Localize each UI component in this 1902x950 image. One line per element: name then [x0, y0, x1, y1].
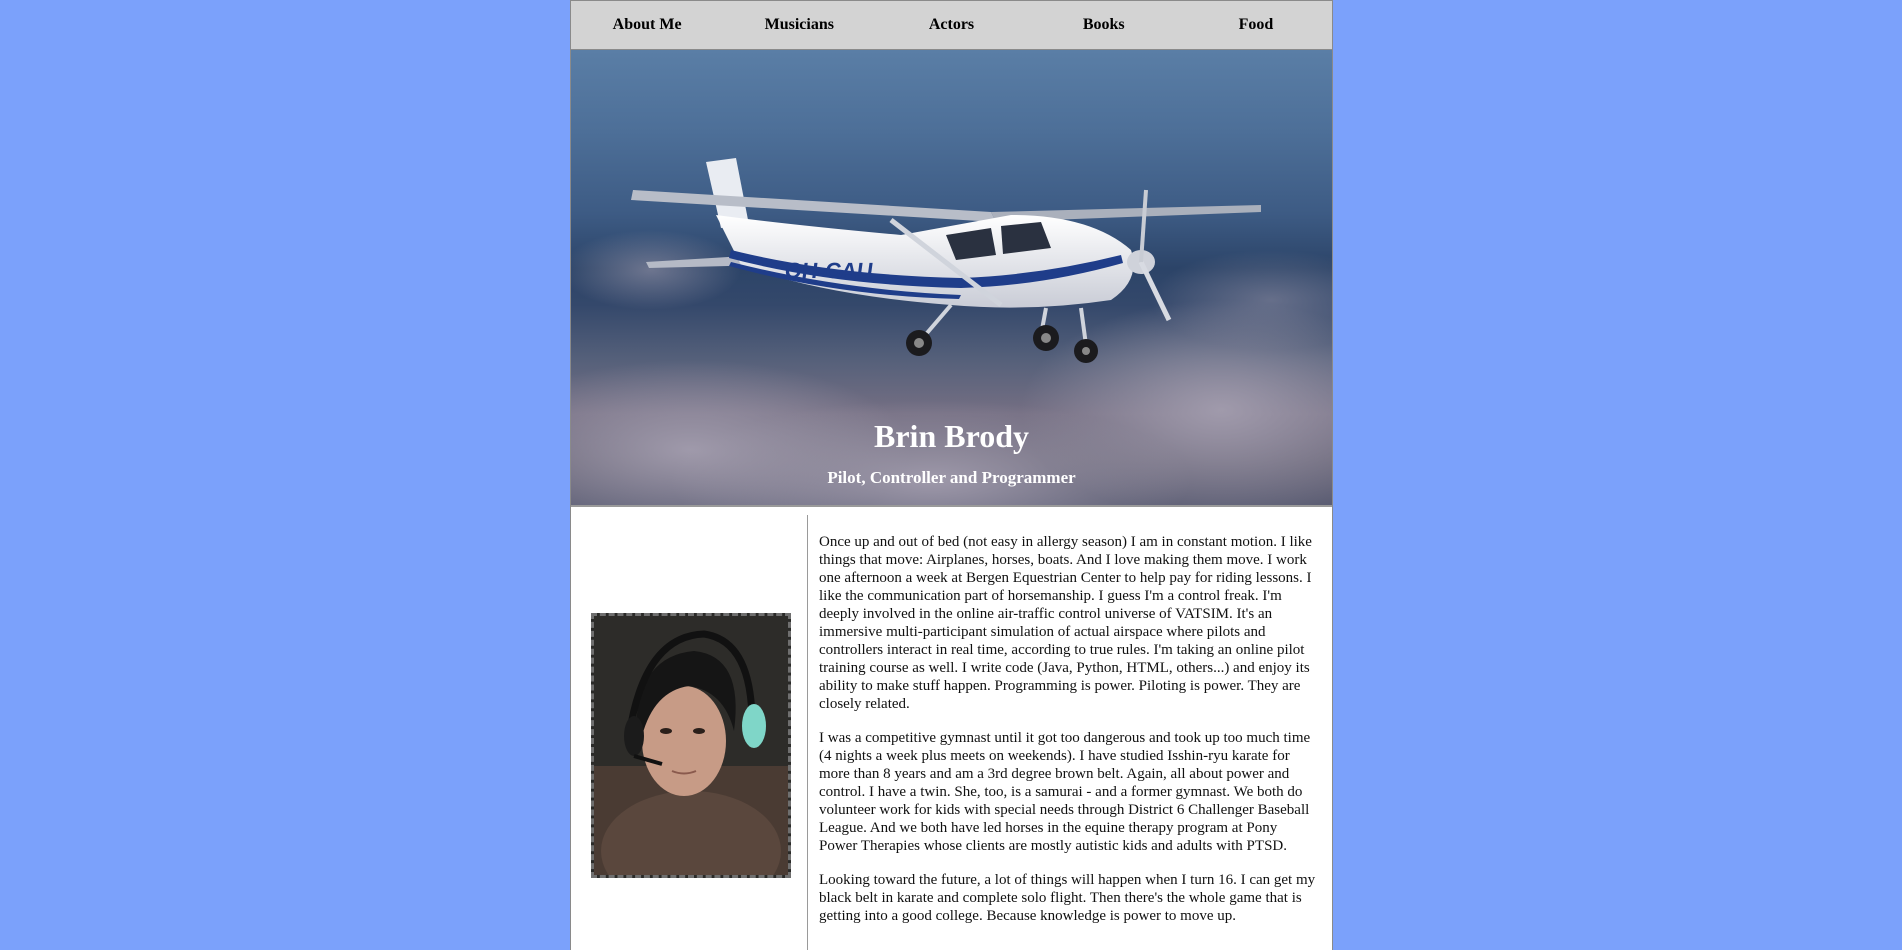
nav-item-books[interactable]: Books [1028, 0, 1180, 50]
nav-item-actors[interactable]: Actors [875, 0, 1027, 50]
bio-paragraph: Once up and out of bed (not easy in alle… [819, 534, 1312, 712]
aircraft-registration: OH-CAU [783, 258, 874, 283]
nav-item-food[interactable]: Food [1180, 0, 1332, 50]
nav-item-musicians[interactable]: Musicians [723, 0, 875, 50]
page-container: About Me Musicians Actors Books Food OH-… [570, 0, 1333, 950]
nav-item-about-me[interactable]: About Me [571, 0, 723, 50]
page-subtitle: Pilot, Controller and Programmer [827, 468, 1076, 487]
bio-paragraph: Looking toward the future, a lot of thin… [819, 872, 1316, 924]
hero-banner: OH-CAU Brin Brody Pilot, Controller and … [571, 50, 1332, 507]
bio-paragraph: I was a competitive gymnast until it got… [819, 730, 1311, 854]
portrait-photo [591, 613, 791, 878]
avatar [594, 616, 788, 875]
bio-content: Once up and out of bed (not easy in alle… [819, 533, 1319, 941]
top-nav: About Me Musicians Actors Books Food [571, 0, 1332, 50]
page-title: Brin Brody [874, 418, 1029, 454]
sidebar [571, 515, 808, 950]
